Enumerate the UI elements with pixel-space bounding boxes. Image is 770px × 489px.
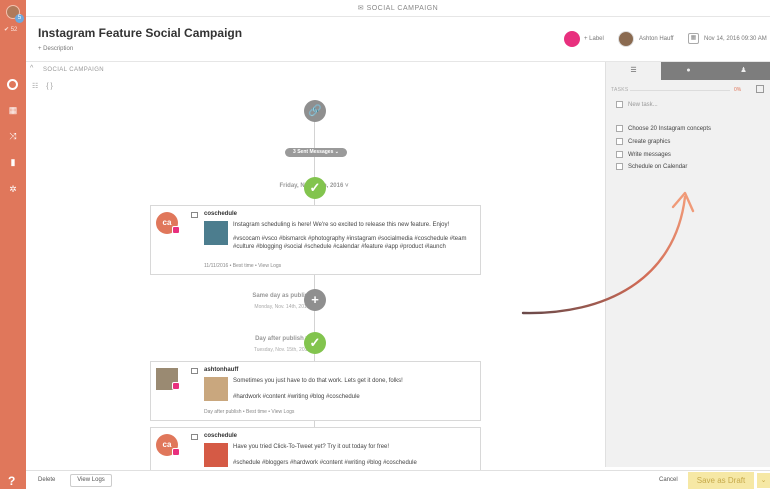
task-checkbox[interactable] [616, 125, 623, 132]
add-label-link[interactable]: + Label [584, 36, 604, 42]
bottom-bar: Delete View Logs Cancel Save as Draft ⌄ [26, 470, 770, 489]
add-description-link[interactable]: + Description [38, 46, 73, 52]
task-label: Create graphics [628, 139, 671, 146]
task-label: Choose 20 Instagram concepts [628, 126, 712, 133]
image-icon [191, 368, 198, 374]
notification-badge[interactable]: 5 [15, 14, 24, 23]
check-node-icon[interactable]: ✓ [304, 332, 326, 354]
new-task-checkbox [616, 101, 623, 108]
task-checkbox[interactable] [616, 163, 623, 170]
message-card[interactable]: ca coschedule Instagram scheduling is he… [150, 205, 481, 275]
panel-tabs: ☰ ● ♟ [606, 62, 770, 80]
message-text: Sometimes you just have to do that work.… [233, 377, 473, 401]
task-item[interactable]: Schedule on Calendar [616, 163, 687, 170]
link-node-icon[interactable]: 🔗 [304, 100, 326, 122]
task-item[interactable]: Create graphics [616, 138, 670, 145]
top-bar-title: SOCIAL CAMPAIGN [366, 5, 439, 12]
instagram-icon [172, 448, 180, 456]
image-icon [191, 434, 198, 440]
shuffle-icon[interactable]: ⤨ [7, 130, 19, 142]
owner-name[interactable]: Ashton Hauff [639, 36, 674, 42]
annotation-arrow [521, 191, 695, 315]
delete-button[interactable]: Delete [38, 477, 55, 483]
new-task-input[interactable]: New task... [616, 101, 658, 108]
account-name: coschedule [204, 211, 238, 217]
view-logs-button[interactable]: View Logs [70, 474, 112, 487]
check-node-icon[interactable]: ✓ [304, 177, 326, 199]
message-meta[interactable]: 11/11/2016 • Best time • View Logs [204, 263, 281, 269]
megaphone-icon: ✉ [357, 5, 365, 12]
calendar-small-icon[interactable]: ▦ [688, 33, 699, 44]
task-template-icon[interactable] [756, 85, 764, 93]
instagram-icon [172, 226, 180, 234]
group-date: Tuesday, Nov. 15th, 2016 [253, 347, 311, 353]
left-rail: 5 ✔ 52 ▦ ⤨ ▮ ✲ ? [0, 0, 26, 489]
tab-comments-icon[interactable]: ● [661, 62, 716, 80]
calendar-icon[interactable]: ▦ [7, 104, 19, 116]
campaign-header: Instagram Feature Social Campaign + Desc… [26, 17, 770, 62]
group-date: Monday, Nov. 14th, 2016 [254, 304, 310, 310]
task-checkbox[interactable] [616, 151, 623, 158]
post-thumbnail[interactable] [204, 377, 228, 401]
task-checkbox[interactable] [616, 138, 623, 145]
image-icon [191, 212, 198, 218]
section-bar: ^ SOCIAL CAMPAIGN [26, 63, 604, 77]
save-options-chevron-icon[interactable]: ⌄ [757, 473, 770, 488]
new-task-placeholder[interactable]: New task... [628, 102, 658, 108]
message-body: Instagram scheduling is here! We're so e… [233, 222, 450, 228]
message-meta[interactable]: Day after publish • Best time • View Log… [204, 409, 294, 415]
account-name: coschedule [204, 433, 238, 439]
message-text: Have you tried Click-To-Tweet yet? Try i… [233, 443, 473, 467]
tab-tasks-list-icon[interactable]: ☰ [606, 62, 661, 80]
account-name: ashtonhauff [204, 367, 239, 373]
message-hashtags: #schedule #bloggers #hardwork #content #… [233, 459, 417, 466]
tasks-progress-bar [630, 90, 730, 91]
message-hashtags: #hardwork #content #writing #blog #cosch… [233, 393, 360, 400]
label-color-dot[interactable] [564, 31, 580, 47]
tasks-title: TASKS [611, 87, 629, 93]
tasks-progress-percent: 0% [734, 87, 742, 93]
cancel-button[interactable]: Cancel [659, 477, 678, 483]
message-text: Instagram scheduling is here! We're so e… [233, 221, 473, 252]
task-item[interactable]: Write messages [616, 151, 671, 158]
sent-messages-toggle[interactable]: 3 Sent Messages ⌄ [285, 148, 347, 157]
message-body: Sometimes you just have to do that work.… [233, 378, 403, 384]
campaign-date[interactable]: Nov 14, 2016 09:30 AM [704, 36, 767, 42]
post-thumbnail[interactable] [204, 221, 228, 245]
task-item[interactable]: Choose 20 Instagram concepts [616, 125, 711, 132]
home-circle-icon[interactable] [7, 79, 18, 90]
task-label: Schedule on Calendar [628, 164, 688, 171]
task-label: Write messages [628, 152, 671, 159]
message-hashtags: #vscocam #vsco #bismarck #photography #i… [233, 235, 467, 251]
page-title[interactable]: Instagram Feature Social Campaign [38, 26, 242, 40]
message-card[interactable]: ashtonhauff Sometimes you just have to d… [150, 361, 481, 421]
analytics-icon[interactable]: ▮ [7, 156, 19, 168]
help-icon[interactable]: ? [8, 474, 15, 488]
section-label: SOCIAL CAMPAIGN [43, 67, 105, 73]
add-node-icon[interactable]: + [304, 289, 326, 311]
owner-avatar[interactable] [618, 31, 634, 47]
instagram-icon [172, 382, 180, 390]
message-card[interactable]: ca coschedule Have you tried Click-To-Tw… [150, 427, 481, 470]
save-as-draft-button[interactable]: Save as Draft [688, 472, 754, 489]
post-thumbnail[interactable] [204, 443, 228, 467]
group-label[interactable]: Day after publish ˅ [182, 336, 382, 342]
collapse-chevron-icon[interactable]: ^ [30, 65, 34, 72]
score-count: ✔ 52 [4, 27, 18, 33]
settings-gear-icon[interactable]: ✲ [7, 183, 19, 195]
message-body: Have you tried Click-To-Tweet yet? Try i… [233, 444, 390, 450]
top-bar: ✉ SOCIAL CAMPAIGN [26, 0, 770, 17]
group-label: Same day as publish [252, 293, 312, 299]
tab-people-icon[interactable]: ♟ [716, 62, 770, 80]
